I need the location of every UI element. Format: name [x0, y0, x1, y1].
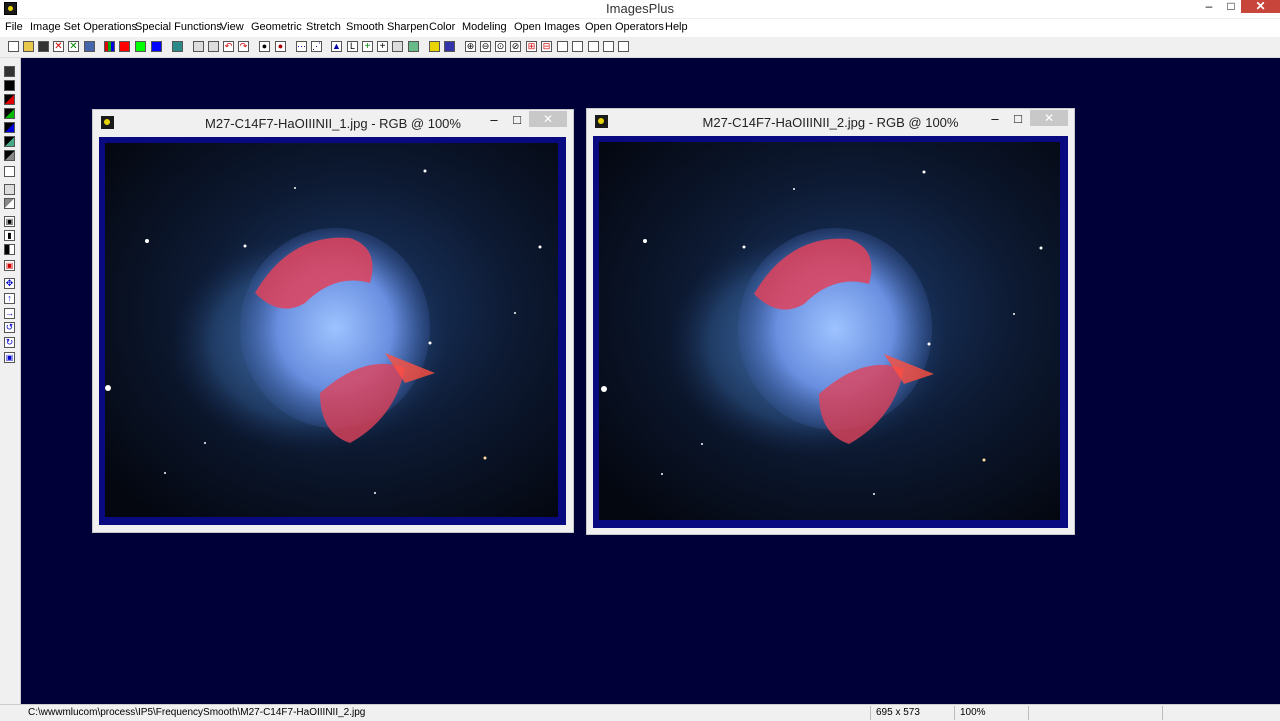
status-separator: [1162, 706, 1163, 720]
half-black-icon[interactable]: [4, 244, 15, 255]
status-separator: [870, 706, 871, 720]
window-square-2-icon[interactable]: [572, 41, 583, 52]
cut-icon[interactable]: [193, 41, 204, 52]
frame-icon[interactable]: ▣: [4, 216, 15, 227]
black-icon[interactable]: [4, 80, 15, 91]
menu-open-operators[interactable]: Open Operators: [585, 21, 664, 33]
open-folder-icon[interactable]: [23, 41, 34, 52]
image-window-1-maximize-button[interactable]: □: [509, 112, 525, 127]
red-dot-tool-icon[interactable]: ●: [275, 41, 286, 52]
image-window-2-close-button[interactable]: ✕: [1030, 110, 1068, 126]
menu-bar: File Image Set Operations Special Functi…: [0, 19, 1280, 37]
menu-special-functions[interactable]: Special Functions: [135, 21, 222, 33]
image-window-2-frame: [593, 136, 1068, 528]
image-icon[interactable]: [408, 41, 419, 52]
image-window-2-minimize-button[interactable]: –: [987, 111, 1003, 126]
mdi-workspace[interactable]: M27-C14F7-HaOIIINII_1.jpg - RGB @ 100% –…: [21, 58, 1280, 704]
menu-help[interactable]: Help: [665, 21, 688, 33]
menu-view[interactable]: View: [220, 21, 244, 33]
undo-icon[interactable]: ↶: [223, 41, 234, 52]
zoom-actual-icon[interactable]: ⊘: [510, 41, 521, 52]
blue-channel-icon[interactable]: [151, 41, 162, 52]
black-white-icon[interactable]: [4, 166, 15, 177]
status-zoom: 100%: [960, 707, 986, 718]
info-icon[interactable]: [444, 41, 455, 52]
dotted-line-icon[interactable]: ⋯: [296, 41, 307, 52]
zoom-out-icon[interactable]: ⊖: [480, 41, 491, 52]
window-square-3-icon[interactable]: [588, 41, 599, 52]
status-bar: C:\wwwmlucom\process\IP5\FrequencySmooth…: [0, 704, 1280, 721]
image-window-2[interactable]: M27-C14F7-HaOIIINII_2.jpg - RGB @ 100% –…: [586, 108, 1075, 535]
menu-image-set-operations[interactable]: Image Set Operations: [30, 21, 137, 33]
rotate-left-icon[interactable]: ↺: [4, 322, 15, 333]
status-separator: [1028, 706, 1029, 720]
toolbar: ✕ ✕ ↶ ↷ ● ● ⋯ ⋰ ▲ L + + ⊕ ⊖ ⊙ ⊘ ⊞ ⊟: [0, 38, 1280, 58]
nebula-image-2[interactable]: [599, 142, 1060, 520]
arrow-up-icon[interactable]: ↑: [4, 293, 15, 304]
pencil-icon[interactable]: [429, 41, 440, 52]
left-toolbar: ▣ ▮ ▣ ✥ ↑ → ↺ ↻ ▣: [0, 58, 21, 704]
nebula-image-1[interactable]: [105, 143, 558, 517]
menu-smooth-sharpen[interactable]: Smooth Sharpen: [346, 21, 429, 33]
histogram-small-icon[interactable]: ⋰: [311, 41, 322, 52]
diagonal-icon[interactable]: [4, 198, 15, 209]
disabled-icon[interactable]: [4, 184, 15, 195]
menu-geometric[interactable]: Geometric: [251, 21, 302, 33]
green-split-icon[interactable]: [4, 108, 15, 119]
grid-icon[interactable]: [172, 41, 183, 52]
add-icon[interactable]: +: [362, 41, 373, 52]
window-square-5-icon[interactable]: [618, 41, 629, 52]
red-frame-icon[interactable]: ▣: [4, 260, 15, 271]
arrow-right-icon[interactable]: →: [4, 308, 15, 319]
teal-split-icon[interactable]: [4, 136, 15, 147]
menu-open-images[interactable]: Open Images: [514, 21, 580, 33]
zoom-fit-icon[interactable]: ⊙: [495, 41, 506, 52]
rgb-icon[interactable]: [104, 41, 115, 52]
blue-split-icon[interactable]: [4, 122, 15, 133]
close-button[interactable]: ✕: [1241, 0, 1280, 13]
rotate-right-icon[interactable]: ↻: [4, 337, 15, 348]
copy-frame-icon[interactable]: ▣: [4, 352, 15, 363]
window-square-4-icon[interactable]: [603, 41, 614, 52]
crosshair-icon[interactable]: +: [377, 41, 388, 52]
menu-color[interactable]: Color: [429, 21, 455, 33]
zoom-in-red-icon[interactable]: ⊞: [526, 41, 537, 52]
app-titlebar: ImagesPlus – □ ✕: [0, 0, 1280, 18]
menu-file[interactable]: File: [5, 21, 23, 33]
image-window-1-close-button[interactable]: ✕: [529, 111, 567, 127]
window-square-1-icon[interactable]: [557, 41, 568, 52]
axis-icon[interactable]: L: [347, 41, 358, 52]
save-icon[interactable]: [38, 41, 49, 52]
red-split-icon[interactable]: [4, 94, 15, 105]
zoom-in-icon[interactable]: ⊕: [465, 41, 476, 52]
image-window-1-frame: [99, 137, 566, 525]
dot-tool-icon[interactable]: ●: [259, 41, 270, 52]
histogram-icon[interactable]: ▲: [331, 41, 342, 52]
menu-modeling[interactable]: Modeling: [462, 21, 507, 33]
save-image-icon[interactable]: [4, 66, 15, 77]
image-window-1-titlebar[interactable]: M27-C14F7-HaOIIINII_1.jpg - RGB @ 100% –…: [93, 110, 573, 134]
move-icon[interactable]: ✥: [4, 278, 15, 289]
close-image-icon[interactable]: ✕: [53, 41, 64, 52]
zoom-out-red-icon[interactable]: ⊟: [541, 41, 552, 52]
print-icon[interactable]: [84, 41, 95, 52]
image-window-2-maximize-button[interactable]: □: [1010, 111, 1026, 126]
copy-icon[interactable]: [208, 41, 219, 52]
green-channel-icon[interactable]: [135, 41, 146, 52]
status-separator: [954, 706, 955, 720]
image-window-1[interactable]: M27-C14F7-HaOIIINII_1.jpg - RGB @ 100% –…: [92, 109, 574, 533]
image-window-1-minimize-button[interactable]: –: [486, 112, 502, 127]
align-icon[interactable]: ▮: [4, 230, 15, 241]
crop-icon[interactable]: [392, 41, 403, 52]
image-window-2-titlebar[interactable]: M27-C14F7-HaOIIINII_2.jpg - RGB @ 100% –…: [587, 109, 1074, 133]
gray-split-icon[interactable]: [4, 150, 15, 161]
redo-icon[interactable]: ↷: [238, 41, 249, 52]
menu-stretch[interactable]: Stretch: [306, 21, 341, 33]
close-all-icon[interactable]: ✕: [68, 41, 79, 52]
app-title: ImagesPlus: [606, 1, 674, 16]
red-channel-icon[interactable]: [119, 41, 130, 52]
status-file-path: C:\wwwmlucom\process\IP5\FrequencySmooth…: [28, 707, 366, 718]
new-file-icon[interactable]: [8, 41, 19, 52]
status-image-dimensions: 695 x 573: [876, 707, 920, 718]
